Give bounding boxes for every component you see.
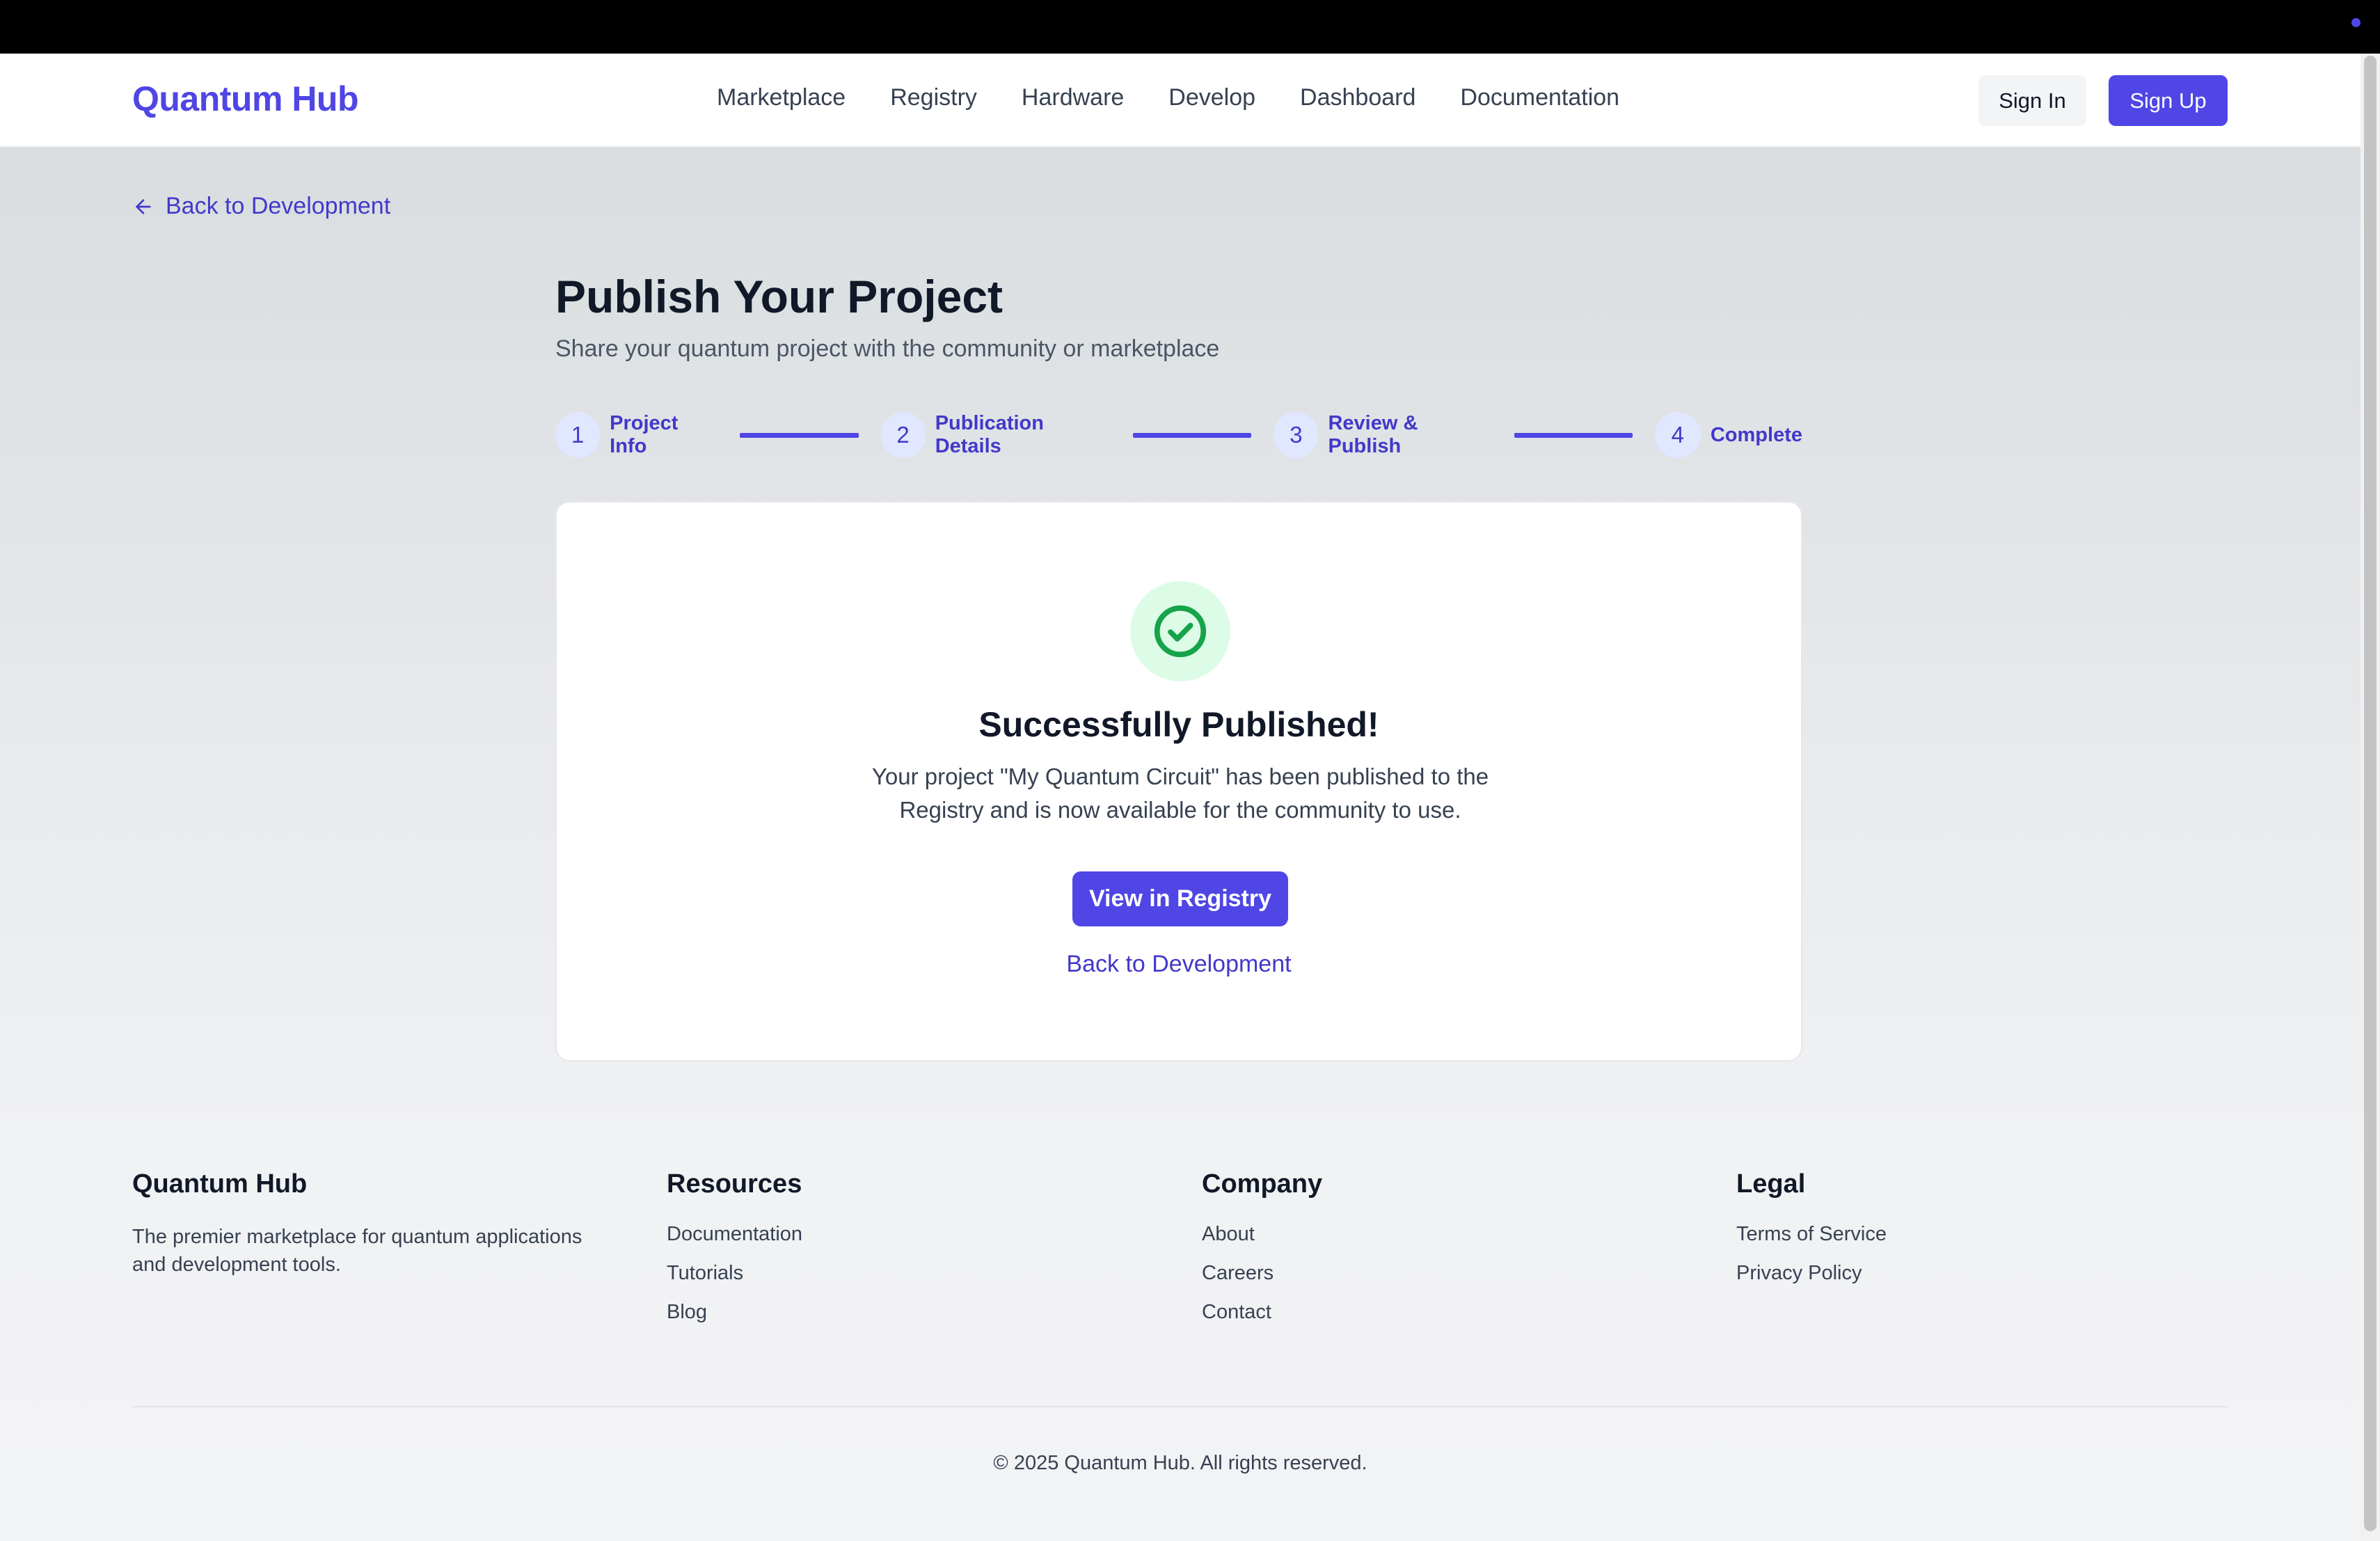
site-footer: Quantum Hub The premier marketplace for … <box>0 1169 2361 1541</box>
success-icon-badge <box>1130 581 1230 681</box>
page-title: Publish Your Project <box>555 271 1003 322</box>
back-to-development-link[interactable]: Back to Development <box>557 951 1801 978</box>
site-header: Quantum Hub Marketplace Registry Hardwar… <box>0 54 2361 148</box>
footer-link-documentation[interactable]: Documentation <box>667 1223 802 1245</box>
footer-company: Company About Careers Contact <box>1202 1169 1322 1340</box>
footer-legal: Legal Terms of Service Privacy Policy <box>1736 1169 1887 1301</box>
footer-copyright: © 2025 Quantum Hub. All rights reserved. <box>993 1452 1367 1474</box>
back-to-development-link[interactable]: Back to Development <box>132 193 390 220</box>
step-project-info: 1 Project Info <box>555 412 717 458</box>
footer-link-privacy[interactable]: Privacy Policy <box>1736 1262 1862 1284</box>
footer-brand-title: Quantum Hub <box>132 1169 308 1199</box>
footer-brand-description: The premier marketplace for quantum appl… <box>132 1226 582 1276</box>
step-number: 4 <box>1654 412 1701 458</box>
status-dot <box>2351 18 2361 27</box>
footer-legal-title: Legal <box>1736 1169 1806 1199</box>
step-review-publish: 3 Review & Publish <box>1274 412 1491 458</box>
footer-link-blog[interactable]: Blog <box>667 1301 707 1323</box>
step-label: Publication Details <box>935 412 1044 457</box>
step-number: 1 <box>555 412 601 458</box>
footer-link-contact[interactable]: Contact <box>1202 1301 1271 1323</box>
footer-company-title: Company <box>1202 1169 1323 1199</box>
nav-dashboard[interactable]: Dashboard <box>1300 84 1415 111</box>
page-subtitle: Share your quantum project with the comm… <box>555 335 1220 362</box>
footer-link-terms[interactable]: Terms of Service <box>1736 1223 1887 1245</box>
step-label: Complete <box>1710 423 1802 446</box>
site-logo[interactable]: Quantum Hub <box>132 79 359 119</box>
nav-registry[interactable]: Registry <box>890 84 977 111</box>
arrow-left-icon <box>136 198 151 214</box>
nav-develop[interactable]: Develop <box>1168 84 1255 111</box>
main-nav: Marketplace Registry Hardware Develop Da… <box>717 84 1619 111</box>
step-number: 3 <box>1274 412 1319 458</box>
step-label: Review & Publish <box>1328 412 1418 457</box>
view-in-registry-button[interactable]: View in Registry <box>1072 871 1288 926</box>
step-label: Project Info <box>610 412 679 457</box>
footer-link-careers[interactable]: Careers <box>1202 1262 1274 1284</box>
back-link-label: Back to Development <box>166 193 391 219</box>
footer-resources-title: Resources <box>667 1169 802 1199</box>
footer-link-about[interactable]: About <box>1202 1223 1255 1245</box>
step-complete: 4 Complete <box>1654 412 1802 458</box>
step-connector <box>740 432 859 438</box>
check-circle-icon <box>1154 605 1207 658</box>
sign-in-button[interactable]: Sign In <box>1978 75 2086 126</box>
nav-hardware[interactable]: Hardware <box>1022 84 1124 111</box>
nav-marketplace[interactable]: Marketplace <box>717 84 846 111</box>
step-publication-details: 2 Publication Details <box>880 412 1111 458</box>
step-connector <box>1514 432 1633 438</box>
browser-top-bar <box>0 0 2380 54</box>
success-title: Successfully Published! <box>978 705 1379 744</box>
footer-brand: Quantum Hub The premier marketplace for … <box>132 1169 619 1279</box>
footer-resources: Resources Documentation Tutorials Blog <box>667 1169 802 1340</box>
step-number: 2 <box>880 412 926 458</box>
footer-divider <box>132 1406 2228 1407</box>
progress-steps: 1 Project Info 2 Publication Details 3 R… <box>555 412 1802 458</box>
success-card: Successfully Published! Your project "My… <box>555 501 1802 1061</box>
sign-up-button[interactable]: Sign Up <box>2109 75 2228 126</box>
nav-documentation[interactable]: Documentation <box>1460 84 1619 111</box>
success-message: Your project "My Quantum Circuit" has be… <box>871 764 1489 823</box>
footer-link-tutorials[interactable]: Tutorials <box>667 1262 743 1284</box>
scrollbar-thumb[interactable] <box>2364 56 2377 1531</box>
step-connector <box>1132 432 1252 438</box>
